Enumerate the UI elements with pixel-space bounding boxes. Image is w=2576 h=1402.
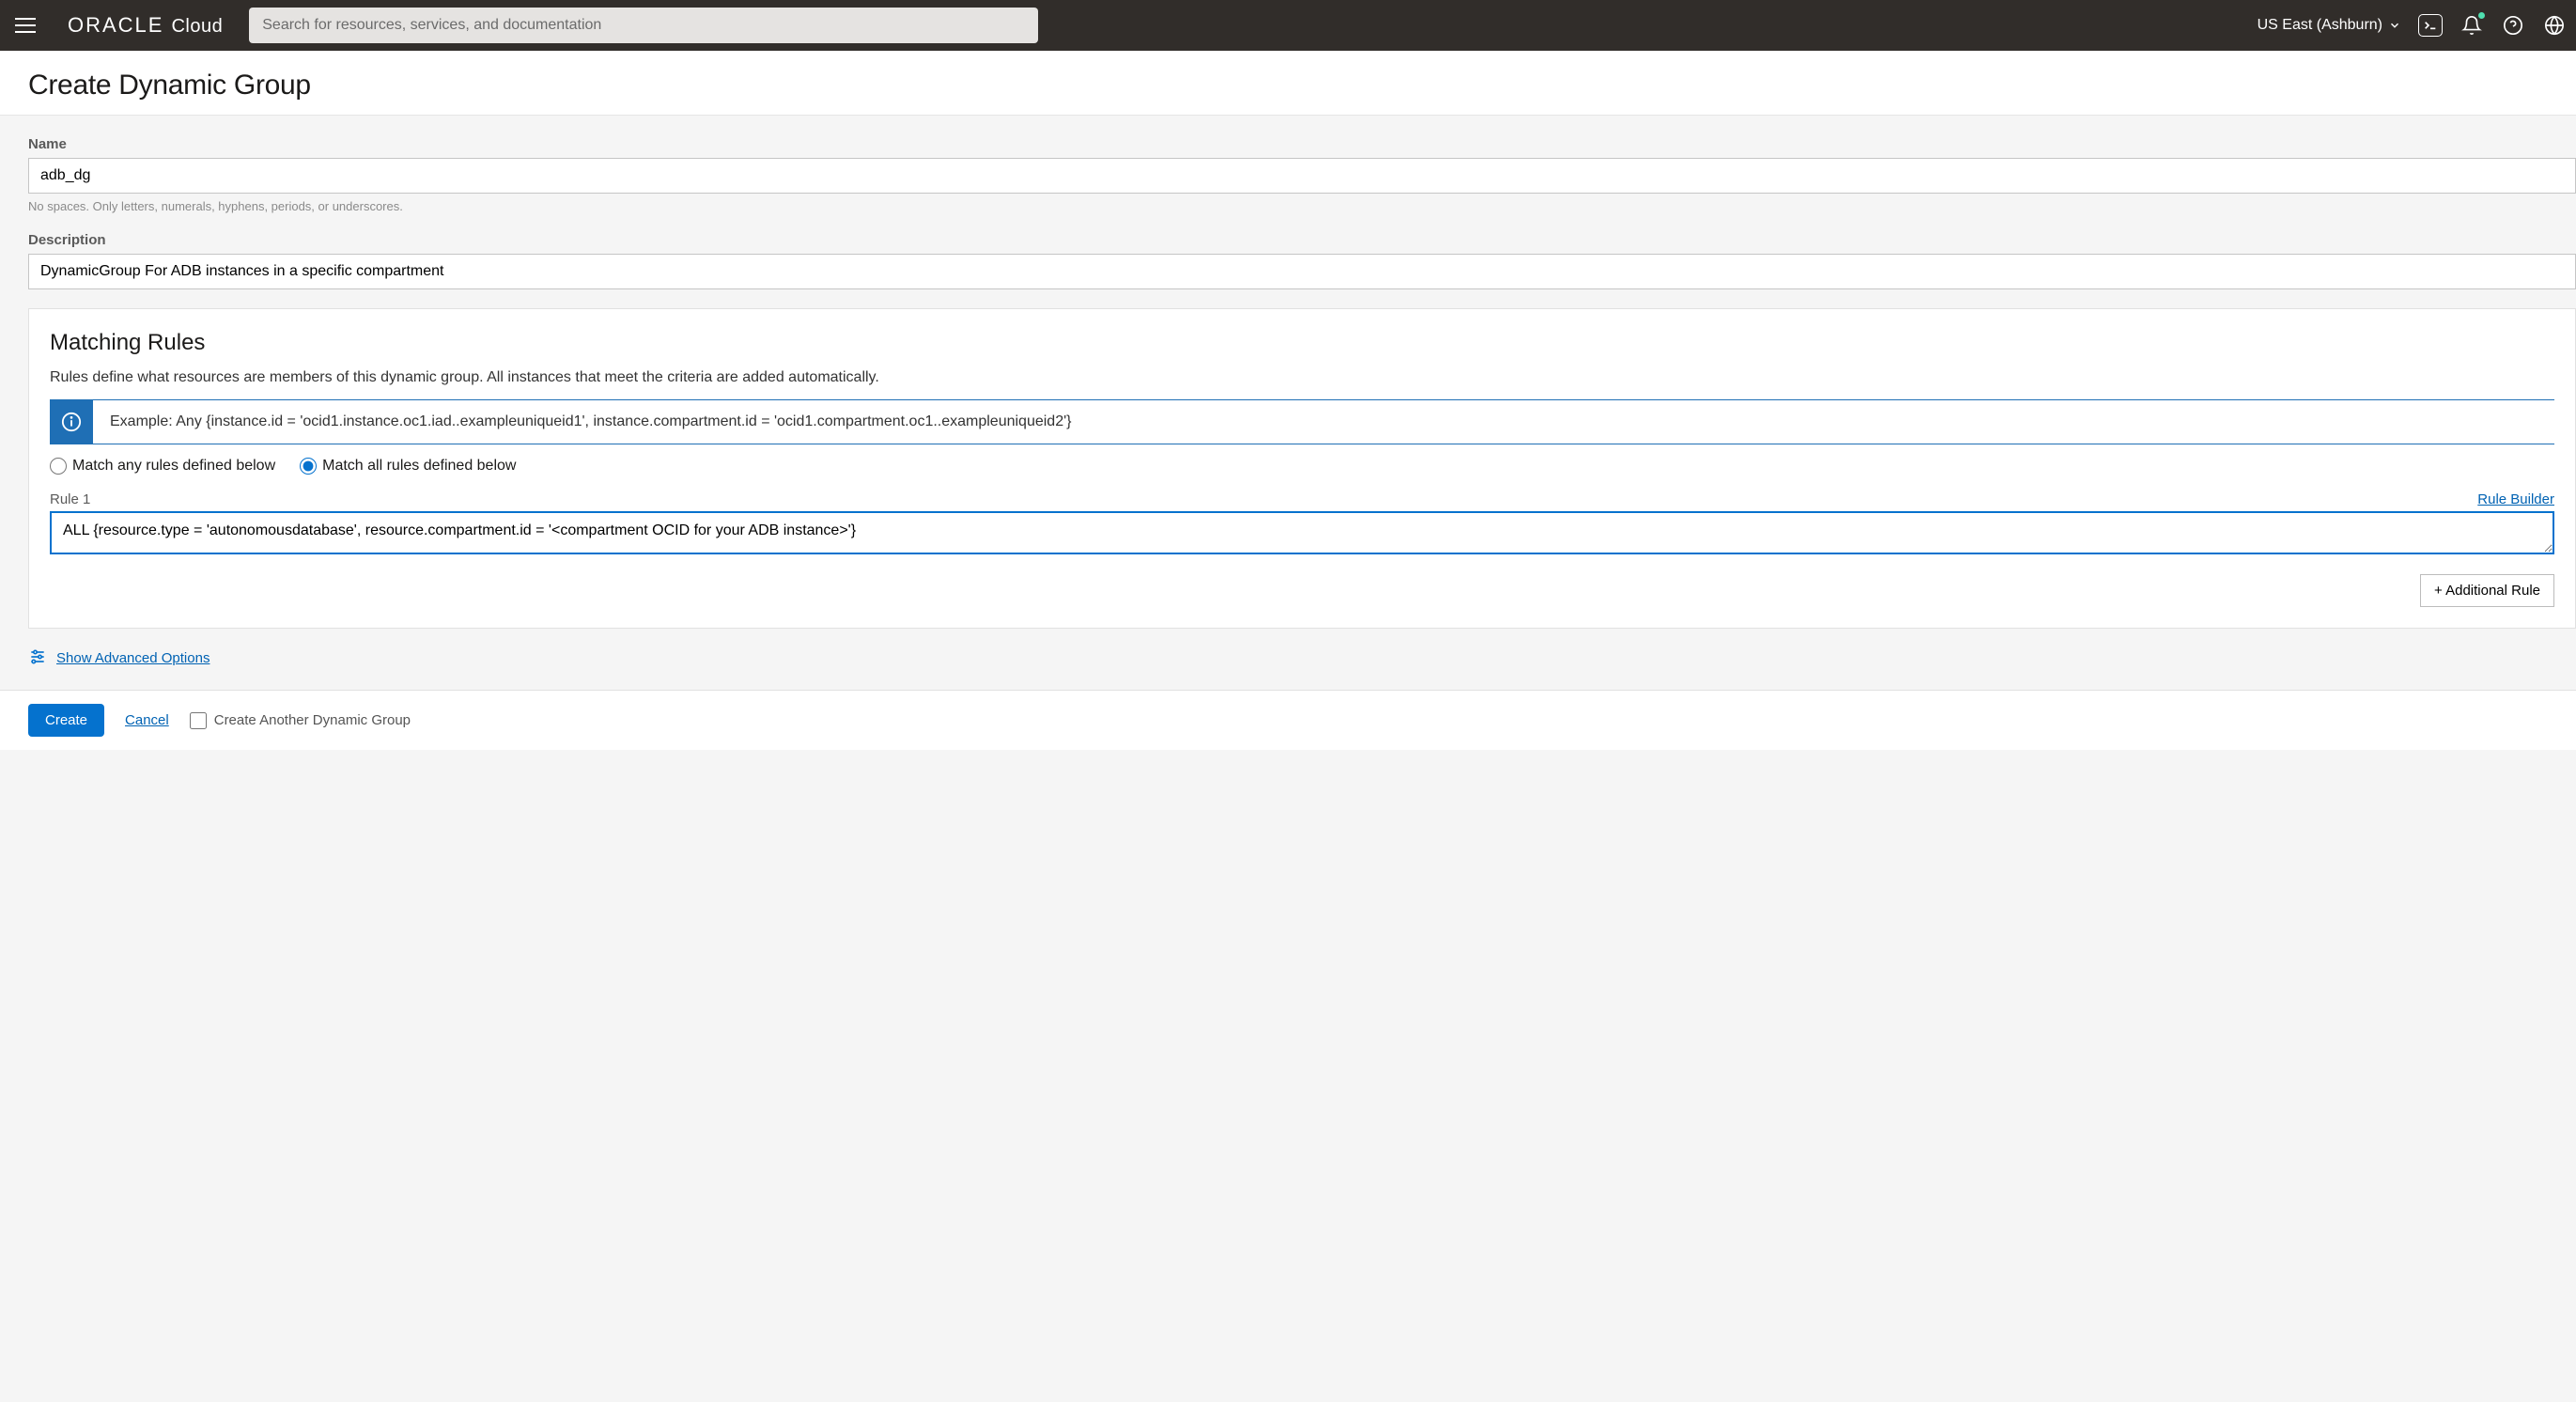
help-icon bbox=[2503, 15, 2523, 36]
create-another-checkbox[interactable]: Create Another Dynamic Group bbox=[190, 712, 411, 729]
content-area: Name No spaces. Only letters, numerals, … bbox=[0, 116, 2576, 690]
rule-builder-link[interactable]: Rule Builder bbox=[2477, 491, 2554, 507]
notifications-button[interactable] bbox=[2460, 13, 2484, 38]
topbar-right: US East (Ashburn) bbox=[2258, 13, 2567, 38]
region-selector[interactable]: US East (Ashburn) bbox=[2258, 17, 2401, 34]
topbar: ORACLE Cloud US East (Ashburn) bbox=[0, 0, 2576, 51]
help-button[interactable] bbox=[2501, 13, 2525, 38]
info-icon bbox=[50, 400, 93, 444]
hamburger-menu-button[interactable] bbox=[15, 12, 41, 39]
show-advanced-options-link[interactable]: Show Advanced Options bbox=[56, 650, 209, 666]
rule-header: Rule 1 Rule Builder bbox=[50, 491, 2554, 507]
terminal-icon bbox=[2418, 14, 2443, 37]
example-info-banner: Example: Any {instance.id = 'ocid1.insta… bbox=[50, 399, 2554, 444]
name-input[interactable] bbox=[28, 158, 2576, 194]
logo-brand: ORACLE bbox=[68, 13, 163, 38]
name-label: Name bbox=[28, 136, 2576, 152]
region-name: US East (Ashburn) bbox=[2258, 17, 2382, 34]
globe-button[interactable] bbox=[2542, 13, 2567, 38]
sliders-icon bbox=[28, 647, 47, 669]
description-label: Description bbox=[28, 232, 2576, 248]
match-mode-radio-group: Match any rules defined below Match all … bbox=[50, 458, 2554, 475]
additional-rule-row: + Additional Rule bbox=[50, 574, 2554, 607]
rule-1-textarea[interactable] bbox=[50, 511, 2554, 554]
logo-product: Cloud bbox=[171, 16, 223, 38]
matching-rules-description: Rules define what resources are members … bbox=[50, 369, 2554, 386]
cancel-link[interactable]: Cancel bbox=[125, 712, 169, 728]
match-all-radio-input[interactable] bbox=[300, 458, 317, 475]
match-all-radio[interactable]: Match all rules defined below bbox=[300, 458, 516, 475]
footer-bar: Create Cancel Create Another Dynamic Gro… bbox=[0, 690, 2576, 750]
cloud-shell-button[interactable] bbox=[2418, 13, 2443, 38]
example-text: Example: Any {instance.id = 'ocid1.insta… bbox=[93, 400, 1089, 444]
match-any-radio-input[interactable] bbox=[50, 458, 67, 475]
additional-rule-button[interactable]: + Additional Rule bbox=[2420, 574, 2554, 607]
search-input[interactable] bbox=[249, 8, 1038, 43]
match-any-label: Match any rules defined below bbox=[72, 458, 275, 475]
match-all-label: Match all rules defined below bbox=[322, 458, 516, 475]
advanced-options-row: Show Advanced Options bbox=[28, 647, 2576, 669]
create-another-label: Create Another Dynamic Group bbox=[214, 712, 411, 728]
create-button[interactable]: Create bbox=[28, 704, 104, 737]
name-helper-text: No spaces. Only letters, numerals, hyphe… bbox=[28, 199, 2576, 213]
page-title: Create Dynamic Group bbox=[28, 70, 2548, 101]
description-field-block: Description bbox=[28, 232, 2576, 289]
global-search bbox=[249, 8, 1038, 43]
matching-rules-heading: Matching Rules bbox=[50, 330, 2554, 356]
name-field-block: Name No spaces. Only letters, numerals, … bbox=[28, 136, 2576, 213]
bell-icon bbox=[2461, 15, 2482, 36]
chevron-down-icon bbox=[2388, 19, 2401, 32]
globe-icon bbox=[2544, 15, 2565, 36]
rule-1-label: Rule 1 bbox=[50, 491, 90, 507]
oracle-cloud-logo[interactable]: ORACLE Cloud bbox=[68, 13, 223, 38]
match-any-radio[interactable]: Match any rules defined below bbox=[50, 458, 275, 475]
matching-rules-panel: Matching Rules Rules define what resourc… bbox=[28, 308, 2576, 629]
page-header: Create Dynamic Group bbox=[0, 51, 2576, 116]
description-input[interactable] bbox=[28, 254, 2576, 289]
create-another-checkbox-input[interactable] bbox=[190, 712, 207, 729]
